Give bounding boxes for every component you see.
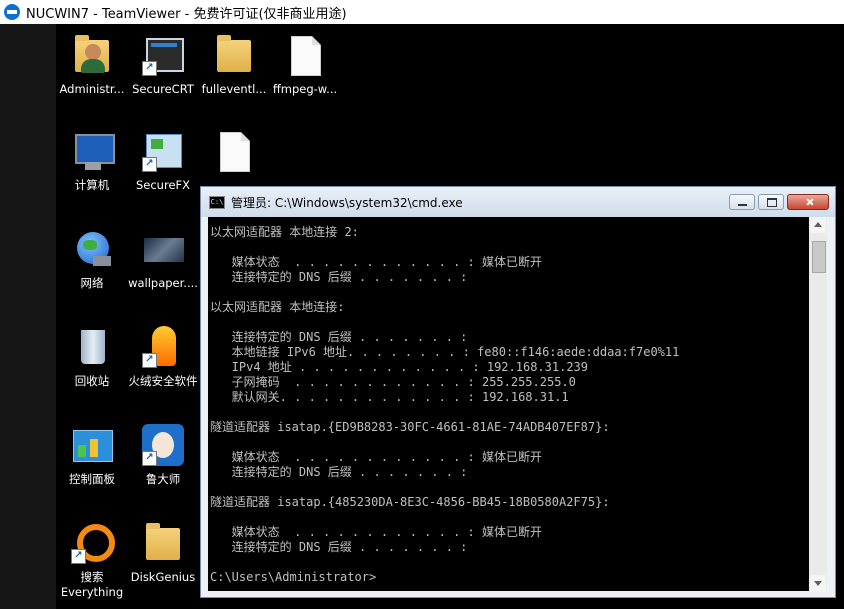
desktop-icon-administrator[interactable]: Administr... — [56, 32, 128, 97]
desktop-icon-label: DiskGenius — [130, 570, 196, 584]
huorong-icon: ↗ — [140, 324, 186, 370]
user-folder-icon — [69, 32, 115, 78]
console-line: 默认网关. . . . . . . . . . . . . : 192.168.… — [210, 390, 569, 404]
console-line: 以太网适配器 本地连接: — [210, 300, 345, 314]
console-text: 以太网适配器 本地连接 2: 媒体状态 . . . . . . . . . . … — [208, 217, 809, 585]
console-line: 隧道适配器 isatap.{ED9B8283-30FC-4661-81AE-74… — [210, 420, 610, 434]
computer-icon — [69, 128, 115, 174]
console-line: 媒体状态 . . . . . . . . . . . . : 媒体已断开 — [210, 450, 542, 464]
console-line: 连接特定的 DNS 后缀 . . . . . . . : — [210, 540, 468, 554]
remote-desktop[interactable]: Administr... 计算机 网络 回收站 控制面板 ↗ 搜索 Everyt… — [0, 24, 844, 609]
desktop-icon-label: Administr... — [59, 82, 125, 96]
cmd-window-title: 管理员: C:\Windows\system32\cmd.exe — [231, 195, 463, 210]
console-line: 本地链接 IPv6 地址. . . . . . . . : fe80::f146… — [210, 345, 680, 359]
document-icon — [211, 128, 257, 174]
console-line: 连接特定的 DNS 后缀 . . . . . . . : — [210, 465, 468, 479]
desktop-icon-label: 鲁大师 — [145, 472, 181, 486]
desktop-icon-label: 网络 — [80, 276, 104, 290]
cmd-window[interactable]: C:\ 管理员: C:\Windows\system32\cmd.exe 以太网… — [200, 186, 836, 598]
desktop-icon-label: 计算机 — [74, 178, 110, 192]
desktop-icon-ffmpeg[interactable]: ffmpeg-w... — [269, 32, 341, 97]
everything-search-icon: ↗ — [69, 520, 115, 566]
wallpaper-image-icon — [140, 226, 186, 272]
ludashi-icon: ↗ — [140, 422, 186, 468]
desktop-icon-recycle-bin[interactable]: 回收站 — [56, 324, 128, 389]
scroll-up-arrow-icon[interactable] — [810, 217, 826, 233]
network-globe-icon — [69, 226, 115, 272]
control-panel-icon — [69, 422, 115, 468]
maximize-button[interactable] — [758, 194, 784, 210]
securefx-icon: ↗ — [140, 128, 186, 174]
desktop-icon-ludashi[interactable]: ↗ 鲁大师 — [127, 422, 199, 487]
cmd-title-bar[interactable]: C:\ 管理员: C:\Windows\system32\cmd.exe — [201, 187, 835, 217]
scrollbar-thumb[interactable] — [812, 241, 826, 273]
desktop-icon-label: 搜索 Everything — [60, 570, 124, 599]
desktop-left-strip — [0, 24, 56, 609]
console-scrollbar[interactable] — [809, 217, 827, 591]
console-line: 连接特定的 DNS 后缀 . . . . . . . : — [210, 270, 468, 284]
scroll-down-arrow-icon[interactable] — [810, 575, 826, 591]
console-line: 以太网适配器 本地连接 2: — [210, 225, 359, 239]
desktop-icon-computer[interactable]: 计算机 — [56, 128, 128, 193]
minimize-button[interactable] — [729, 194, 755, 210]
desktop-icon-label: 火绒安全软件 — [128, 374, 198, 388]
desktop-icon-network[interactable]: 网络 — [56, 226, 128, 291]
desktop-icon-label: 控制面板 — [69, 472, 115, 486]
teamviewer-window-title: NUCWIN7 - TeamViewer - 免费许可证(仅非商业用途) — [26, 6, 347, 22]
console-line: 隧道适配器 isatap.{485230DA-8E3C-4856-BB45-18… — [210, 495, 610, 509]
desktop-icon-label: SecureFX — [135, 178, 191, 192]
close-button[interactable] — [787, 194, 829, 210]
teamviewer-title-bar[interactable]: NUCWIN7 - TeamViewer - 免费许可证(仅非商业用途) — [0, 0, 844, 24]
desktop-icon-fulleventlog[interactable]: fulleventl... — [198, 32, 270, 97]
console-line: C:\Users\Administrator> — [210, 570, 377, 584]
securecrt-icon: ↗ — [140, 32, 186, 78]
desktop-icon-huorong[interactable]: ↗ 火绒安全软件 — [127, 324, 199, 389]
cmd-app-icon: C:\ — [209, 195, 225, 209]
console-line: 子网掩码 . . . . . . . . . . . . : 255.255.2… — [210, 375, 576, 389]
desktop-icon-label: SecureCRT — [132, 82, 194, 96]
console-line: 媒体状态 . . . . . . . . . . . . : 媒体已断开 — [210, 525, 542, 539]
document-icon — [282, 32, 328, 78]
desktop-icon-control-panel[interactable]: 控制面板 — [56, 422, 128, 487]
desktop-icon-label: ffmpeg-w... — [272, 82, 338, 96]
folder-icon — [211, 32, 257, 78]
desktop-icon-document[interactable] — [198, 128, 270, 178]
cmd-window-controls — [726, 194, 829, 210]
console-line: 连接特定的 DNS 后缀 . . . . . . . : — [210, 330, 468, 344]
recycle-bin-icon — [69, 324, 115, 370]
diskgenius-folder-icon — [140, 520, 186, 566]
console-output[interactable]: 以太网适配器 本地连接 2: 媒体状态 . . . . . . . . . . … — [208, 217, 809, 591]
console-line: IPv4 地址 . . . . . . . . . . . . : 192.16… — [210, 360, 589, 374]
desktop-icon-securecrt[interactable]: ↗ SecureCRT — [127, 32, 199, 97]
desktop-icon-everything[interactable]: ↗ 搜索 Everything — [56, 520, 128, 600]
desktop-icon-diskgenius[interactable]: DiskGenius — [127, 520, 199, 585]
desktop-icon-wallpaper[interactable]: wallpaper.... — [127, 226, 199, 291]
console-line: 媒体状态 . . . . . . . . . . . . : 媒体已断开 — [210, 255, 542, 269]
desktop-icon-securefx[interactable]: ↗ SecureFX — [127, 128, 199, 193]
desktop-icon-label: wallpaper.... — [128, 276, 198, 290]
desktop-icon-label: 回收站 — [74, 374, 110, 388]
teamviewer-logo-icon — [4, 4, 20, 20]
desktop-icon-label: fulleventl... — [201, 82, 267, 96]
